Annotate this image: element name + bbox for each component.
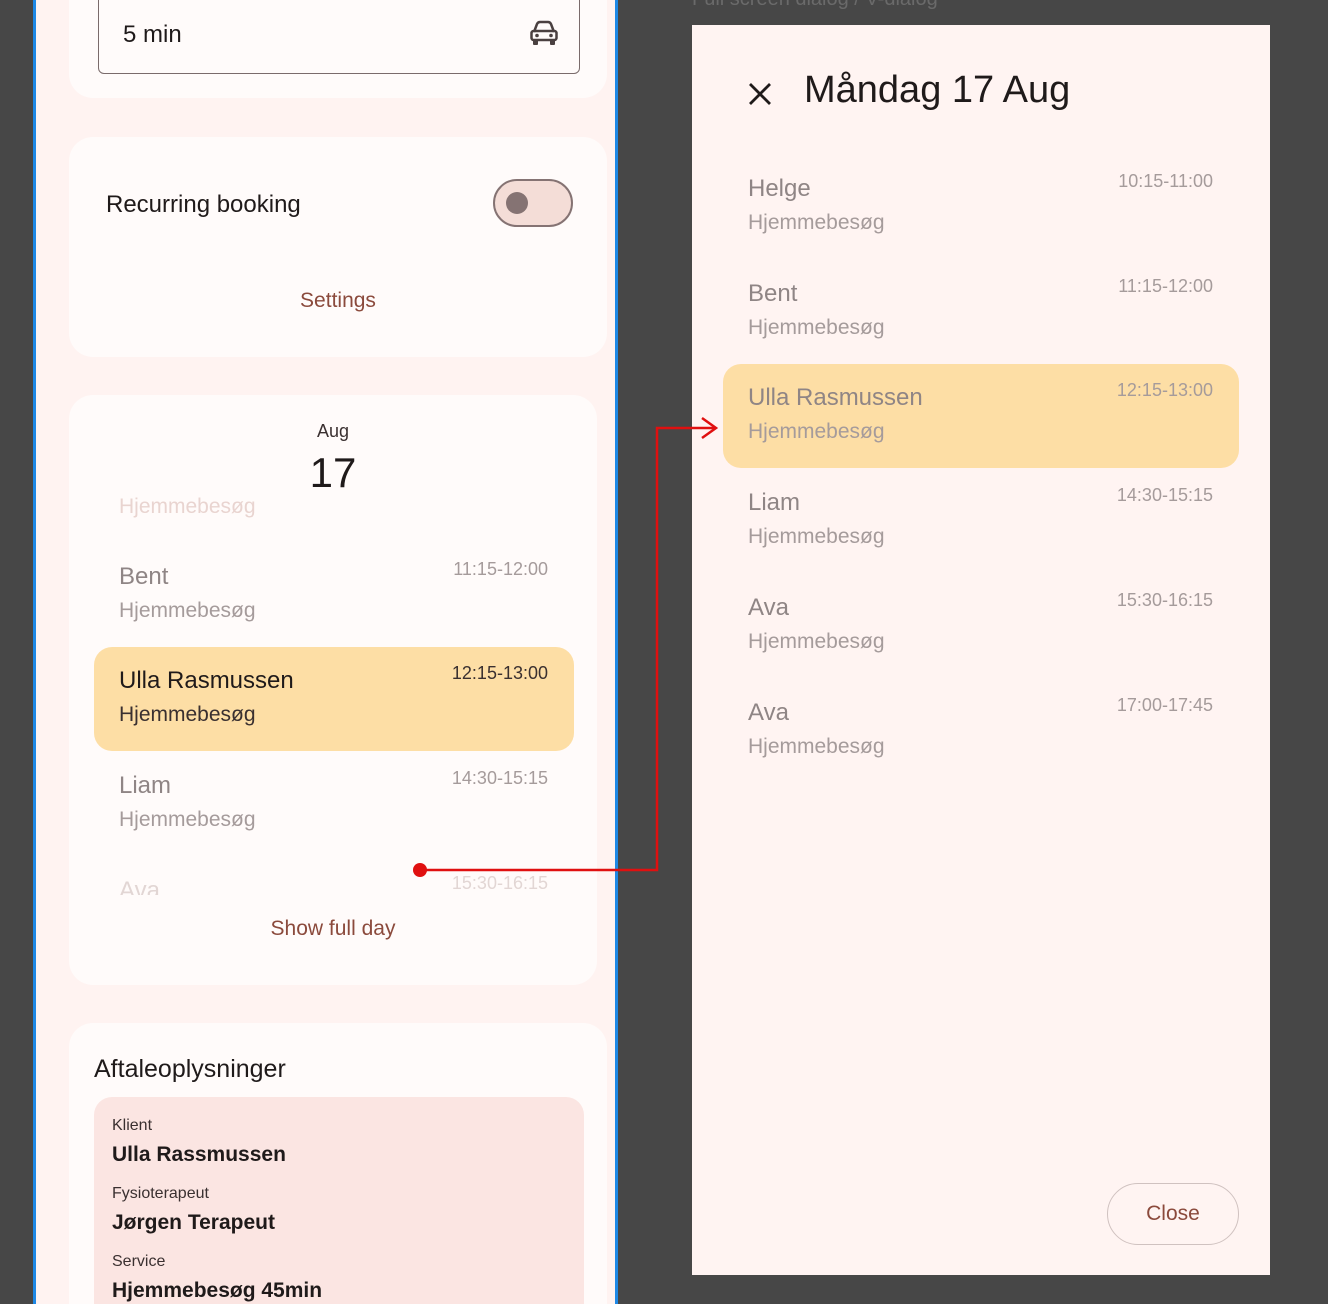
appointment-name: Bent <box>748 280 798 307</box>
appointment-time: 15:30-16:15 <box>451 873 548 893</box>
appointment-service: Hjemmebesøg <box>748 420 885 443</box>
appointment-item[interactable]: Bent Hjemmebesøg 11:15-12:00 <box>94 543 574 647</box>
dialog-appointment-item[interactable]: Liam Hjemmebesøg 14:30-15:15 <box>723 469 1239 573</box>
dialog-caption: Full screen dialog / V-dialog <box>692 0 938 11</box>
appointment-service: Hjemmebesøg <box>748 211 885 234</box>
appointment-service: Hjemmebesøg <box>748 735 885 758</box>
travel-time-value: 5 min <box>123 21 182 48</box>
dialog-appointment-item[interactable]: Ava Hjemmebesøg 15:30-16:15 <box>723 574 1239 678</box>
appointment-info-card: Aftaleoplysninger Klient Ulla Rassmussen… <box>69 1023 607 1304</box>
appointment-name: Ava <box>748 699 789 726</box>
client-label: Klient <box>112 1117 153 1134</box>
dialog-title: Måndag 17 Aug <box>804 69 1071 111</box>
phone-screen: 5 min Recurring booking Settings Aug 17 … <box>33 0 618 1304</box>
full-day-dialog: Måndag 17 Aug Helge Hjemmebesøg 10:15-11… <box>692 25 1270 1275</box>
car-icon <box>530 20 558 45</box>
appointment-time: 14:30-15:15 <box>451 768 548 788</box>
appointment-service: Hjemmebesøg <box>119 703 256 726</box>
appointment-name: Ava <box>748 594 789 621</box>
appointment-service: Hjemmebesøg <box>748 525 885 548</box>
toggle-knob <box>506 192 528 214</box>
dialog-appointment-item[interactable]: Bent Hjemmebesøg 11:15-12:00 <box>723 260 1239 364</box>
show-full-day-button[interactable]: Show full day <box>69 917 597 941</box>
appointment-item-faded: Ava 15:30-16:15 <box>94 865 574 895</box>
appointment-name: Helge <box>748 175 811 202</box>
info-box: Klient Ulla Rassmussen Fysioterapeut Jør… <box>94 1097 584 1304</box>
recurring-booking-label: Recurring booking <box>106 191 301 218</box>
faded-service-text: Hjemmebesøg <box>119 495 256 518</box>
recurring-booking-card: Recurring booking Settings <box>69 137 607 357</box>
dialog-appointment-item[interactable]: Helge Hjemmebesøg 10:15-11:00 <box>723 155 1239 259</box>
appointment-time: 10:15-11:00 <box>1118 171 1213 191</box>
dialog-appointment-item-selected[interactable]: Ulla Rasmussen Hjemmebesøg 12:15-13:00 <box>723 364 1239 468</box>
therapist-value: Jørgen Terapeut <box>112 1211 275 1234</box>
appointment-name: Ulla Rasmussen <box>119 667 294 694</box>
appointment-time: 11:15-12:00 <box>1118 276 1213 296</box>
appointment-time: 17:00-17:45 <box>1116 695 1213 715</box>
faded-appointment-clip: Ava 15:30-16:15 <box>69 865 597 895</box>
travel-time-field[interactable]: 5 min <box>98 0 580 74</box>
appointment-time: 14:30-15:15 <box>1116 485 1213 505</box>
day-number: 17 <box>309 449 357 496</box>
appointment-service: Hjemmebesøg <box>748 316 885 339</box>
appointment-name: Ava <box>119 877 160 895</box>
appointment-time: 15:30-16:15 <box>1116 590 1213 610</box>
day-month: Aug <box>316 421 350 441</box>
appointment-time: 12:15-13:00 <box>1116 380 1213 400</box>
appointment-name: Liam <box>119 772 172 799</box>
settings-button[interactable]: Settings <box>69 289 607 313</box>
appointment-time: 11:15-12:00 <box>453 559 548 579</box>
service-label: Service <box>112 1253 166 1270</box>
appointment-item[interactable]: Liam Hjemmebesøg 14:30-15:15 <box>94 752 574 856</box>
dialog-appointment-item[interactable]: Ava Hjemmebesøg 17:00-17:45 <box>723 679 1239 783</box>
appointment-name: Bent <box>119 563 169 590</box>
appointment-service: Hjemmebesøg <box>119 599 256 622</box>
appointment-time: 12:15-13:00 <box>451 663 548 683</box>
day-preview-card: Aug 17 Hjemmebesøg Bent Hjemmebesøg 11:1… <box>69 395 597 985</box>
appointment-service: Hjemmebesøg <box>119 808 256 831</box>
appointment-name: Liam <box>748 489 801 516</box>
close-icon[interactable] <box>747 81 773 107</box>
info-title: Aftaleoplysninger <box>94 1055 286 1083</box>
close-button[interactable]: Close <box>1107 1183 1239 1245</box>
recurring-booking-toggle[interactable] <box>493 179 573 227</box>
appointment-name: Ulla Rasmussen <box>748 384 923 411</box>
service-value: Hjemmebesøg 45min <box>112 1279 323 1302</box>
client-value: Ulla Rassmussen <box>112 1143 286 1166</box>
therapist-label: Fysioterapeut <box>112 1185 209 1202</box>
appointment-service: Hjemmebesøg <box>748 630 885 653</box>
appointment-item-selected[interactable]: Ulla Rasmussen Hjemmebesøg 12:15-13:00 <box>94 647 574 751</box>
